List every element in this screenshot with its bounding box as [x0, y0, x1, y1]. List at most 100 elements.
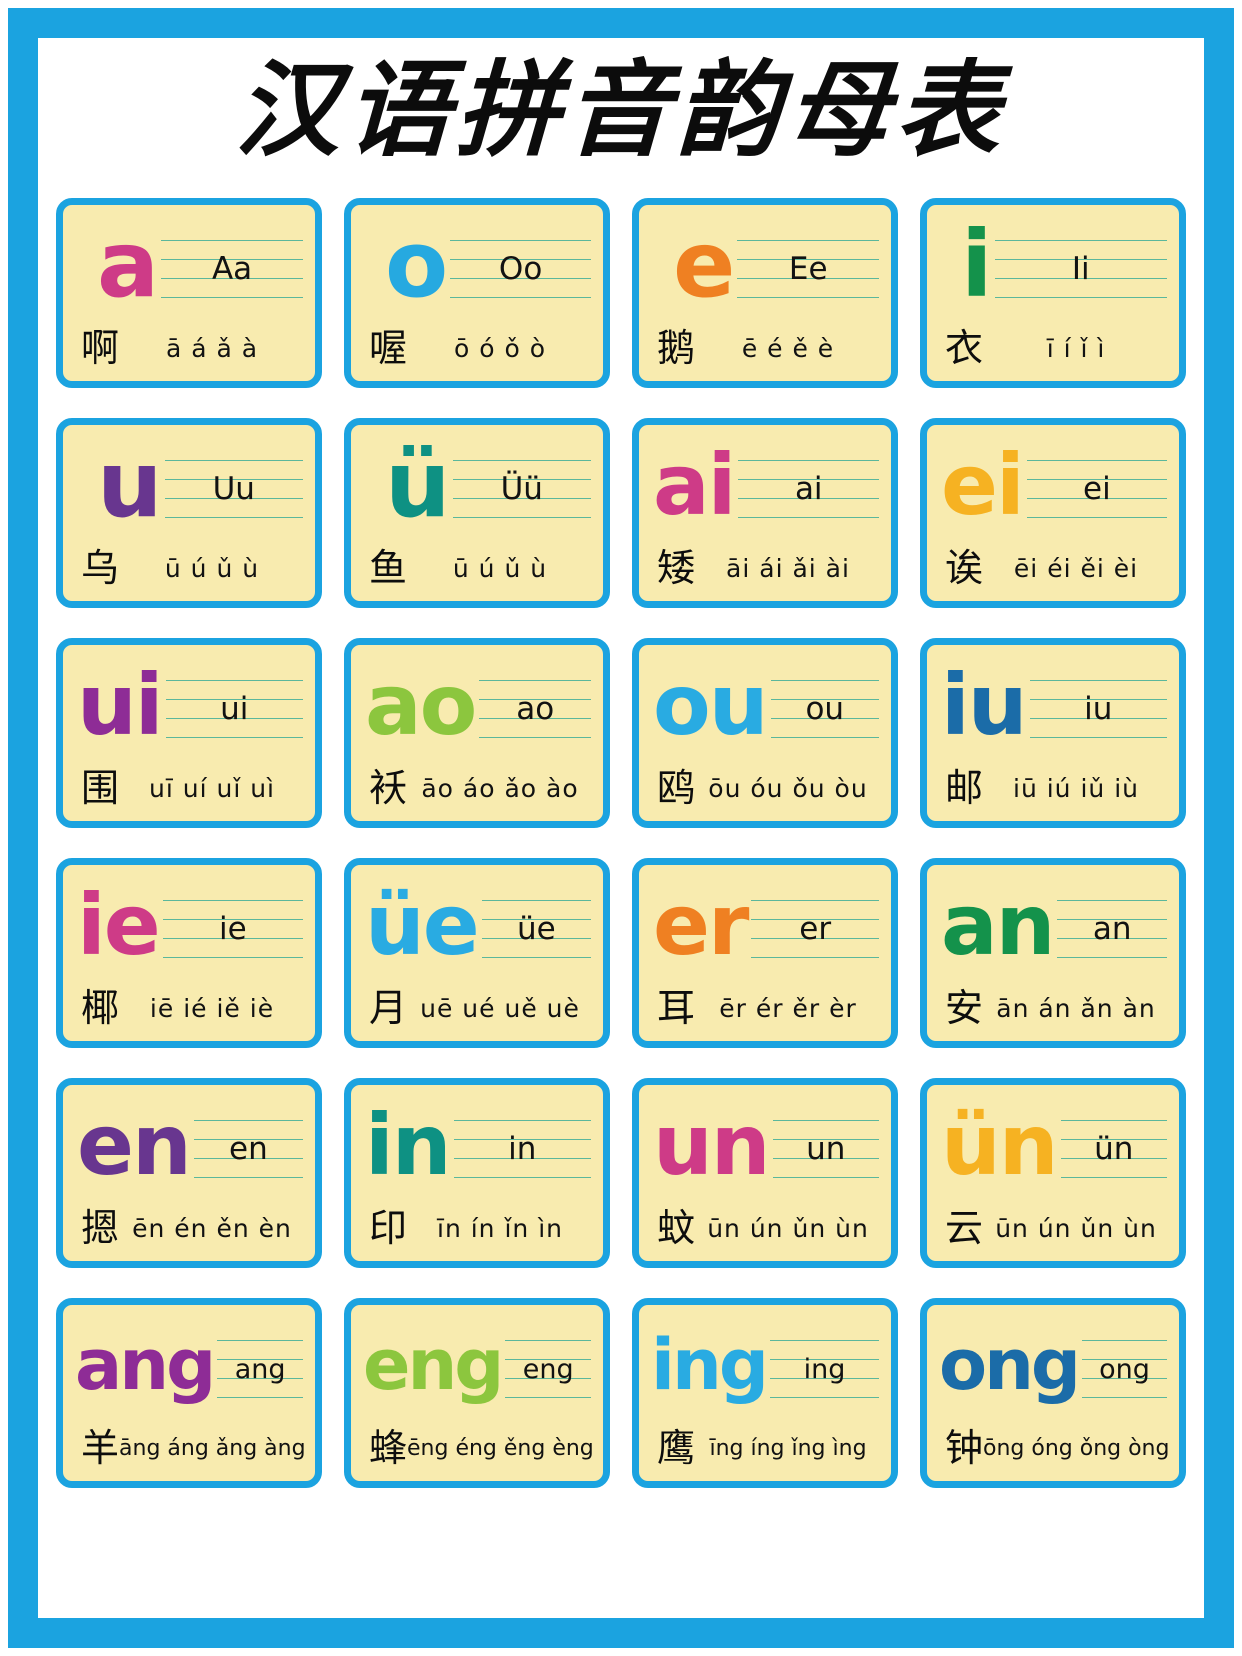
writing-guide-lines: Uu	[164, 460, 303, 518]
pinyin-card-u[interactable]: u Uu 乌 ū ú ǔ ù	[56, 418, 322, 608]
pinyin-card-ao[interactable]: ao ao 袄 āo áo ǎo ào	[344, 638, 610, 828]
card-bottom-row: 钟 ōng óng ǒng òng	[927, 1421, 1179, 1475]
pinyin-card-ie[interactable]: ie ie 椰 iē ié iě iè	[56, 858, 322, 1048]
writing-guide-lines: er	[751, 900, 879, 958]
pinyin-final-large: un	[653, 1096, 771, 1194]
pinyin-card-iu[interactable]: iu iu 邮 iū iú iǔ iù	[920, 638, 1186, 828]
writing-guide-lines: ei	[1026, 460, 1167, 518]
card-top-row: ui ui	[63, 645, 315, 769]
card-top-row: ün ün	[927, 1085, 1179, 1209]
pinyin-final-small: an	[1092, 910, 1132, 947]
card-top-row: ao ao	[351, 645, 603, 769]
pinyin-final-small: ou	[805, 690, 845, 727]
tone-marks: ēng éng ěng èng	[407, 1435, 594, 1461]
pinyin-final-large: üe	[365, 876, 480, 974]
card-top-row: u Uu	[63, 425, 315, 549]
tone-marks: ūn ún ǔn ùn	[995, 1213, 1157, 1243]
tone-marks: āi ái ǎi ài	[726, 553, 850, 583]
pinyin-card-üe[interactable]: üe üe 月 uē ué uě uè	[344, 858, 610, 1048]
card-bottom-row: 安 ān án ǎn àn	[927, 981, 1179, 1035]
writing-guide-lines: en	[193, 1120, 303, 1178]
example-hanzi: 蚊	[657, 1206, 696, 1250]
pinyin-card-en[interactable]: en en 摁 ēn én ěn èn	[56, 1078, 322, 1268]
example-hanzi: 印	[369, 1206, 408, 1250]
title-area: 汉语拼音韵母表	[38, 48, 1204, 171]
card-bottom-row: 耳 ēr ér ěr èr	[639, 981, 891, 1035]
card-bottom-row: 鹅ē é ě è	[639, 321, 891, 375]
tone-marks: ū ú ǔ ù	[452, 553, 548, 583]
pinyin-final-small: un	[806, 1130, 846, 1167]
example-hanzi: 月	[369, 986, 408, 1030]
pinyin-card-ei[interactable]: ei ei 诶 ēi éi ěi èi	[920, 418, 1186, 608]
pinyin-final-large: u	[97, 431, 162, 538]
pinyin-card-o[interactable]: o Oo 喔 ō ó ǒ ò	[344, 198, 610, 388]
pinyin-final-small: ao	[516, 690, 555, 727]
pinyin-final-large: ing	[651, 1324, 769, 1406]
card-bottom-row: 云 ūn ún ǔn ùn	[927, 1201, 1179, 1255]
pinyin-card-ong[interactable]: ong ong 钟 ōng óng ǒng òng	[920, 1298, 1186, 1488]
pinyin-final-large: ai	[653, 436, 736, 534]
pinyin-final-large: ie	[77, 876, 161, 974]
card-top-row: eng eng	[351, 1305, 603, 1429]
pinyin-final-large: ü	[385, 431, 450, 538]
pinyin-final-large: ui	[77, 656, 164, 754]
pinyin-card-ou[interactable]: ou ou 鸥 ōu óu ǒu òu	[632, 638, 898, 828]
pinyin-final-large: a	[97, 211, 159, 318]
pinyin-card-ai[interactable]: ai ai 矮 āi ái ǎi ài	[632, 418, 898, 608]
writing-guide-lines: ong	[1082, 1340, 1167, 1398]
pinyin-final-large: ong	[939, 1324, 1081, 1406]
tone-marks: ō ó ǒ ò	[453, 333, 547, 363]
pinyin-final-small: er	[799, 910, 832, 947]
pinyin-final-small: eng	[522, 1353, 574, 1385]
card-bottom-row: 乌ū ú ǔ ù	[63, 541, 315, 595]
pinyin-card-ün[interactable]: ün ün 云 ūn ún ǔn ùn	[920, 1078, 1186, 1268]
pinyin-final-small: en	[229, 1130, 268, 1167]
tone-marks: īng íng ǐng ìng	[709, 1435, 867, 1461]
pinyin-card-ü[interactable]: ü Üü 鱼 ū ú ǔ ù	[344, 418, 610, 608]
pinyin-card-a[interactable]: a Aa 啊 ā á ǎ à	[56, 198, 322, 388]
tone-marks: ān án ǎn àn	[996, 993, 1156, 1023]
pinyin-card-eng[interactable]: eng eng 蜂 ēng éng ěng èng	[344, 1298, 610, 1488]
writing-guide-lines: ie	[162, 900, 303, 958]
card-top-row: ei ei	[927, 425, 1179, 549]
example-hanzi: 袄	[369, 766, 408, 810]
pinyin-card-grid: a Aa 啊 ā á ǎ à o Oo 喔 ō ó ǒ ò e Ee 鹅 ē é ě è i Ii 衣 ī í…	[56, 198, 1186, 1488]
pinyin-final-small: iu	[1084, 690, 1113, 727]
card-top-row: ü Üü	[351, 425, 603, 549]
card-bottom-row: 鱼ū ú ǔ ù	[351, 541, 603, 595]
example-hanzi: 蜂	[369, 1426, 408, 1470]
card-bottom-row: 羊 āng áng ǎng àng	[63, 1421, 315, 1475]
card-bottom-row: 摁 ēn én ěn èn	[63, 1201, 315, 1255]
example-hanzi: 喔	[369, 326, 408, 370]
pinyin-final-small: ai	[794, 470, 823, 507]
pinyin-card-er[interactable]: er er 耳 ēr ér ěr èr	[632, 858, 898, 1048]
pinyin-final-large: ei	[941, 436, 1025, 534]
writing-guide-lines: ui	[165, 680, 303, 738]
pinyin-card-ui[interactable]: ui ui 围 uī uí uǐ uì	[56, 638, 322, 828]
writing-guide-lines: iu	[1029, 680, 1167, 738]
tone-marks: āo áo ǎo ào	[421, 773, 579, 803]
tone-marks: ā á ǎ à	[165, 333, 259, 363]
tone-marks: uē ué uě uè	[420, 993, 580, 1023]
tone-marks: ē é ě è	[741, 333, 835, 363]
card-top-row: ou ou	[639, 645, 891, 769]
pinyin-card-an[interactable]: an an 安 ān án ǎn àn	[920, 858, 1186, 1048]
pinyin-card-un[interactable]: un un 蚊 ūn ún ǔn ùn	[632, 1078, 898, 1268]
card-bottom-row: 蚊 ūn ún ǔn ùn	[639, 1201, 891, 1255]
pinyin-card-ang[interactable]: ang ang 羊 āng áng ǎng àng	[56, 1298, 322, 1488]
pinyin-card-e[interactable]: e Ee 鹅 ē é ě è	[632, 198, 898, 388]
example-hanzi: 衣	[945, 326, 984, 370]
pinyin-final-small: ing	[803, 1353, 846, 1385]
example-hanzi: 安	[945, 986, 984, 1030]
pinyin-card-ing[interactable]: ing ing 鹰 īng íng ǐng ìng	[632, 1298, 898, 1488]
tone-marks: īn ín ǐn ìn	[437, 1213, 564, 1243]
pinyin-final-small: üe	[517, 910, 556, 947]
pinyin-card-in[interactable]: in in 印 īn ín ǐn ìn	[344, 1078, 610, 1268]
card-top-row: en en	[63, 1085, 315, 1209]
card-top-row: iu iu	[927, 645, 1179, 769]
pinyin-card-i[interactable]: i Ii 衣 ī í ǐ ì	[920, 198, 1186, 388]
card-bottom-row: 蜂 ēng éng ěng èng	[351, 1421, 603, 1475]
example-hanzi: 鸥	[657, 766, 696, 810]
poster-sheet: 汉语拼音韵母表 a Aa 啊 ā á ǎ à o Oo 喔 ō ó ǒ ò e Ee 鹅 ē é ě …	[38, 38, 1204, 1618]
writing-guide-lines: Ii	[994, 240, 1167, 298]
